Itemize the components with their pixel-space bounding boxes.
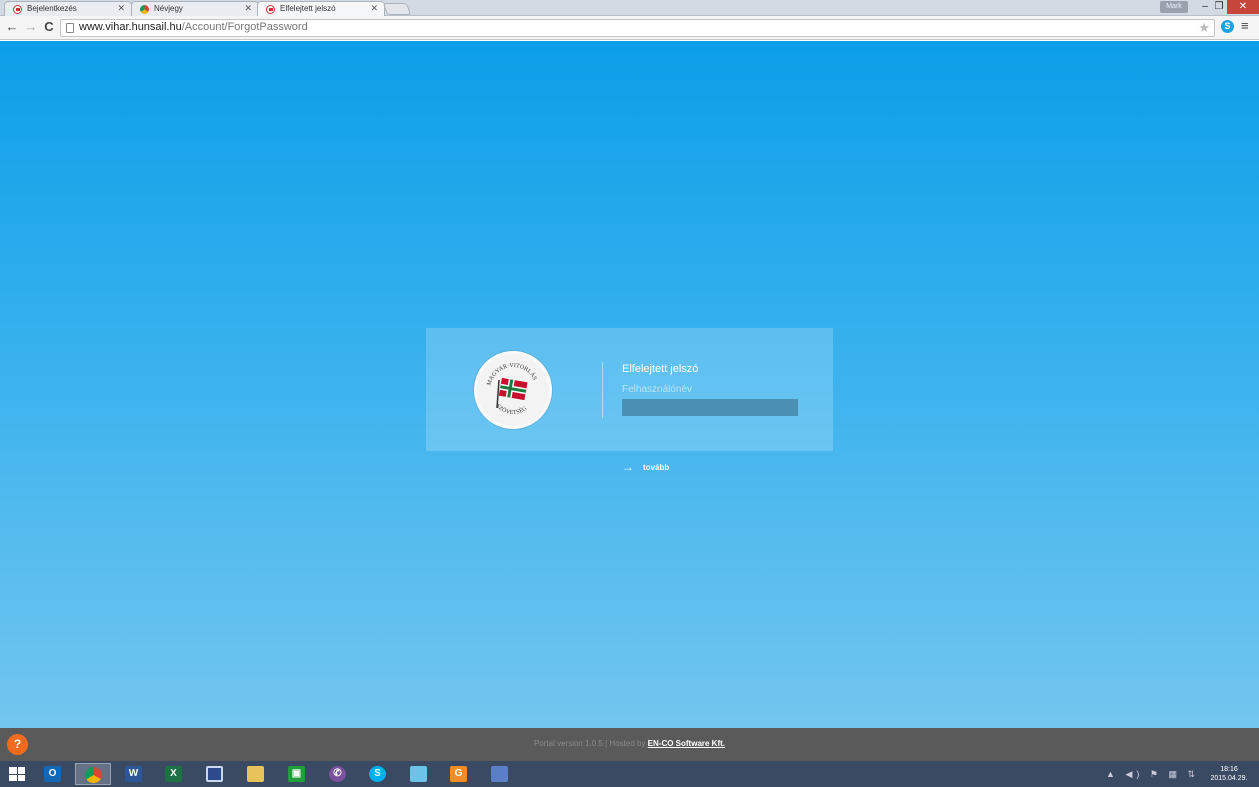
- google-contacts-icon: [140, 5, 149, 14]
- version-text: Portal version 1.0.5 | Hosted by: [533, 739, 648, 748]
- next-label: tovább: [643, 462, 670, 472]
- form-title: Elfelejtett jelszó: [622, 363, 699, 375]
- browser-toolbar: ← → C www.vihar.hunsail.hu/Account/Forgo…: [0, 16, 1259, 40]
- skype-extension-icon[interactable]: S: [1221, 20, 1234, 33]
- bookmark-star-icon[interactable]: ★: [1198, 20, 1210, 36]
- windows-taskbar: O W X ▣ ✆ S G ▲ ◀) ⚑ ▦ ⇅ 18:16 2015.04.2…: [0, 761, 1259, 787]
- portal-footer: ? Portal version 1.0.5 | Hosted by EN-CO…: [0, 728, 1259, 761]
- sailing-flag-icon: MAGYAR·VITORLÁS SZÖVETSÉG: [486, 363, 537, 416]
- forgot-password-panel: MAGYAR·VITORLÁS SZÖVETSÉG Elfelejtett je…: [426, 328, 833, 451]
- save-floppy-icon[interactable]: [197, 763, 233, 785]
- system-tray[interactable]: ▲ ◀) ⚑ ▦ ⇅: [1106, 769, 1199, 780]
- outlook-icon[interactable]: O: [35, 763, 71, 785]
- pdf-creator-icon[interactable]: G: [441, 763, 477, 785]
- scan-icon[interactable]: [482, 763, 518, 785]
- username-label: Felhasználónév: [622, 384, 693, 395]
- url-path: /Account/ForgotPassword: [181, 21, 308, 33]
- tab-title: Bejelentkezés: [27, 4, 77, 13]
- clock-time[interactable]: 18:16: [1207, 766, 1251, 773]
- word-icon[interactable]: W: [116, 763, 152, 785]
- tab-elfelejtett-jelszo[interactable]: Elfelejtett jelszó ✕: [257, 1, 385, 16]
- arrow-right-icon: →: [622, 460, 634, 474]
- tab-close-icon[interactable]: ✕: [370, 3, 378, 14]
- tab-title: Elfelejtett jelszó: [280, 4, 336, 13]
- site-flag-icon: [13, 5, 22, 14]
- svg-text:SZÖVETSÉG: SZÖVETSÉG: [495, 403, 529, 416]
- close-window-icon[interactable]: ✕: [1227, 0, 1259, 14]
- url-text[interactable]: www.vihar.hunsail.hu/Account/ForgotPassw…: [79, 21, 308, 33]
- excel-icon[interactable]: X: [156, 763, 192, 785]
- forward-arrow-icon[interactable]: →: [23, 19, 39, 35]
- tab-bejelentkezes[interactable]: Bejelentkezés ✕: [4, 1, 132, 16]
- site-flag-icon: [266, 5, 275, 14]
- tab-title: Névjegy: [154, 4, 183, 13]
- viber-icon[interactable]: ✆: [320, 763, 356, 785]
- clock-date[interactable]: 2015.04.29.: [1207, 775, 1251, 782]
- windows-start-icon[interactable]: [9, 767, 25, 781]
- address-bar[interactable]: www.vihar.hunsail.hu/Account/ForgotPassw…: [60, 19, 1215, 37]
- skype-icon[interactable]: S: [360, 763, 396, 785]
- url-host: www.vihar.hunsail.hu: [79, 21, 182, 33]
- chrome-icon[interactable]: [75, 763, 111, 785]
- store-icon[interactable]: ▣: [279, 763, 315, 785]
- back-arrow-icon[interactable]: ←: [4, 19, 20, 35]
- federation-logo: MAGYAR·VITORLÁS SZÖVETSÉG: [474, 351, 552, 429]
- page-icon: [66, 23, 74, 33]
- logo-text-right: VITORLÁS: [509, 363, 537, 382]
- profile-button[interactable]: Mark: [1160, 1, 1188, 13]
- new-tab-button[interactable]: [382, 3, 412, 15]
- browser-tab-strip: Bejelentkezés ✕ Névjegy ✕ Elfelejtett je…: [0, 0, 1259, 16]
- chrome-menu-icon[interactable]: ≡: [1241, 18, 1249, 33]
- host-link[interactable]: EN-CO Software Kft.: [648, 739, 725, 748]
- tab-close-icon[interactable]: ✕: [244, 3, 252, 14]
- reload-icon[interactable]: C: [41, 19, 57, 35]
- next-button[interactable]: → tovább: [622, 460, 669, 474]
- tab-close-icon[interactable]: ✕: [117, 3, 125, 14]
- file-explorer-icon[interactable]: [238, 763, 274, 785]
- tab-nevjegy[interactable]: Névjegy ✕: [131, 1, 259, 16]
- logo-text-bottom: SZÖVETSÉG: [495, 403, 529, 416]
- photos-icon[interactable]: [401, 763, 437, 785]
- panel-divider: [602, 362, 603, 418]
- username-input[interactable]: [622, 399, 798, 416]
- footer-text: Portal version 1.0.5 | Hosted by EN-CO S…: [0, 739, 1259, 748]
- page-background: MAGYAR·VITORLÁS SZÖVETSÉG Elfelejtett je…: [0, 41, 1259, 728]
